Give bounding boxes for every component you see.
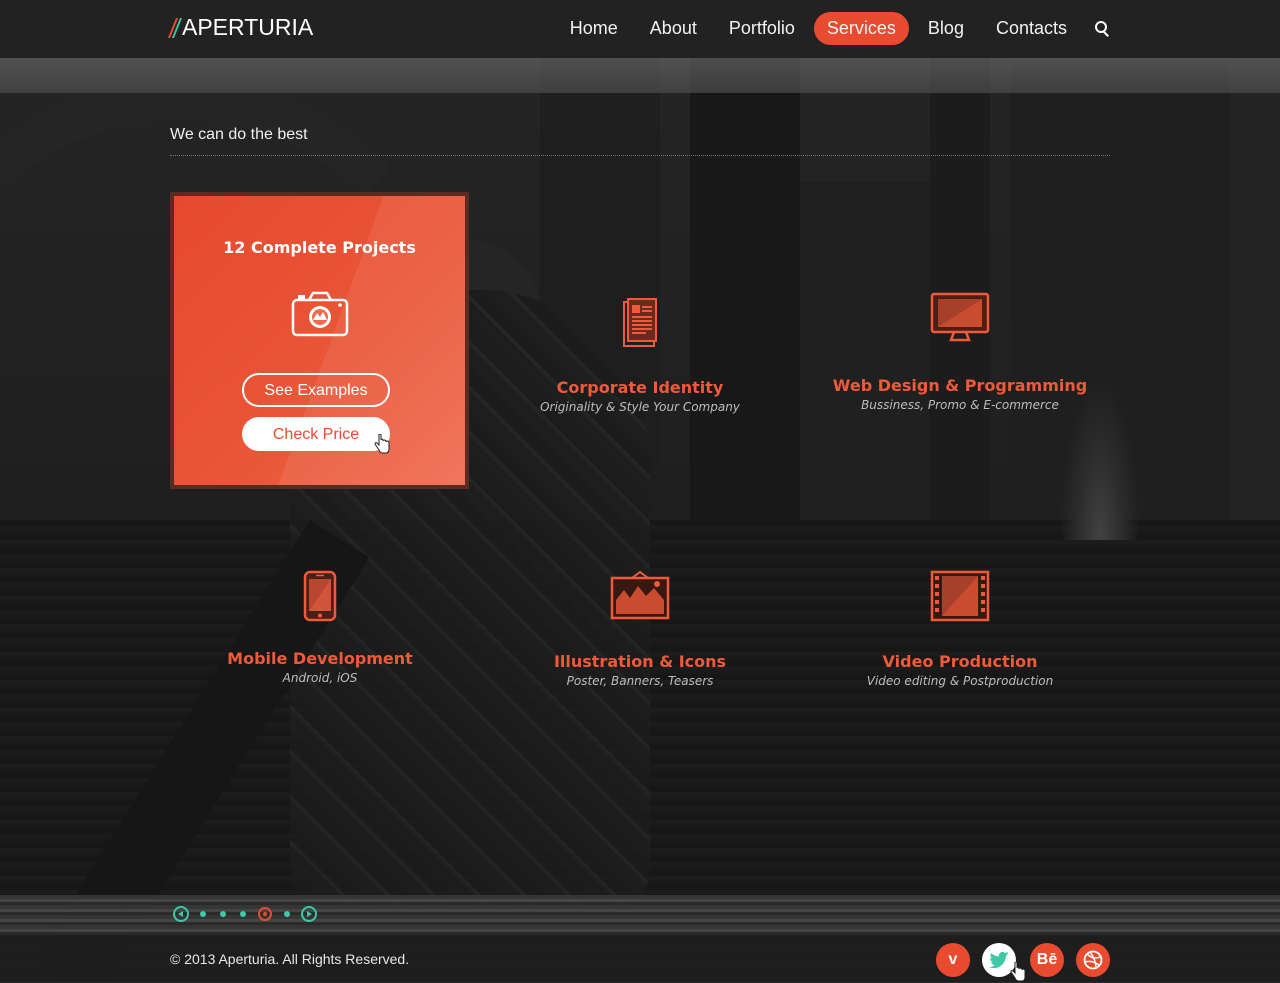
site-logo[interactable]: APERTURIA xyxy=(167,14,314,41)
dribbble-icon[interactable] xyxy=(1076,943,1110,977)
service-subtitle: Bussiness, Promo & E-commerce xyxy=(861,398,1059,412)
see-examples-button[interactable]: See Examples xyxy=(242,373,390,407)
pager-dot[interactable] xyxy=(220,911,226,917)
nav-item-contacts[interactable]: Contacts xyxy=(983,12,1080,45)
pager-dot[interactable] xyxy=(240,911,246,917)
vimeo-icon[interactable]: v xyxy=(936,943,970,977)
hand-cursor-icon xyxy=(1010,962,1026,982)
nav-item-about[interactable]: About xyxy=(637,12,710,45)
service-title: Corporate Identity xyxy=(556,378,724,397)
document-icon xyxy=(623,298,657,347)
logo-stripes-icon xyxy=(167,17,183,38)
behance-icon[interactable]: Bē xyxy=(1030,943,1064,977)
dribbble-ball-icon xyxy=(1083,950,1103,970)
section-divider xyxy=(170,155,1110,156)
smartphone-icon xyxy=(303,570,337,622)
featured-card: 12 Complete Projects See Examples Check … xyxy=(170,192,469,489)
pager-prev-icon[interactable] xyxy=(173,906,189,922)
picture-icon xyxy=(610,570,670,620)
service-title: Mobile Development xyxy=(227,649,413,668)
header-subband xyxy=(0,58,1280,93)
pager-dot[interactable] xyxy=(284,911,290,917)
check-price-button[interactable]: Check Price xyxy=(242,417,390,451)
service-subtitle: Originality & Style Your Company xyxy=(540,400,740,414)
service-web-design[interactable]: Web Design & Programming Bussiness, Prom… xyxy=(810,292,1110,412)
logo-text: APERTURIA xyxy=(182,14,314,40)
nav-item-home[interactable]: Home xyxy=(557,12,631,45)
service-title: Illustration & Icons xyxy=(553,652,727,671)
background-overlay xyxy=(0,0,1280,982)
featured-title: 12 Complete Projects xyxy=(223,238,416,257)
nav-item-blog[interactable]: Blog xyxy=(915,12,977,45)
pager-next-icon[interactable] xyxy=(301,906,317,922)
copyright-text: © 2013 Aperturia. All Rights Reserved. xyxy=(170,951,410,967)
service-corporate-identity[interactable]: Corporate Identity Originality & Style Y… xyxy=(490,298,790,414)
service-subtitle: Poster, Banners, Teasers xyxy=(566,674,714,688)
pager-dot-active[interactable] xyxy=(258,907,272,921)
twitter-bird-icon xyxy=(989,951,1009,969)
nav-item-portfolio[interactable]: Portfolio xyxy=(716,12,808,45)
section-title: We can do the best xyxy=(170,126,308,143)
nav-item-services[interactable]: Services xyxy=(813,12,909,45)
service-subtitle: Android, iOS xyxy=(282,671,358,685)
slide-pager xyxy=(169,906,321,922)
service-mobile-development[interactable]: Mobile Development Android, iOS xyxy=(170,570,470,685)
service-illustration-icons[interactable]: Illustration & Icons Poster, Banners, Te… xyxy=(490,570,790,688)
service-title: Web Design & Programming xyxy=(832,376,1088,395)
monitor-icon xyxy=(930,292,990,342)
main-nav: Home About Portfolio Services Blog Conta… xyxy=(551,12,1112,45)
service-title: Video Production xyxy=(882,652,1038,671)
service-subtitle: Video editing & Postproduction xyxy=(866,674,1054,688)
service-video-production[interactable]: Video Production Video editing & Postpro… xyxy=(810,570,1110,688)
pager-dot[interactable] xyxy=(200,911,206,917)
search-icon[interactable] xyxy=(1094,20,1112,38)
film-icon xyxy=(930,570,990,622)
hand-cursor-icon xyxy=(374,434,390,454)
background-photo xyxy=(0,0,1280,982)
camera-icon xyxy=(291,291,349,337)
